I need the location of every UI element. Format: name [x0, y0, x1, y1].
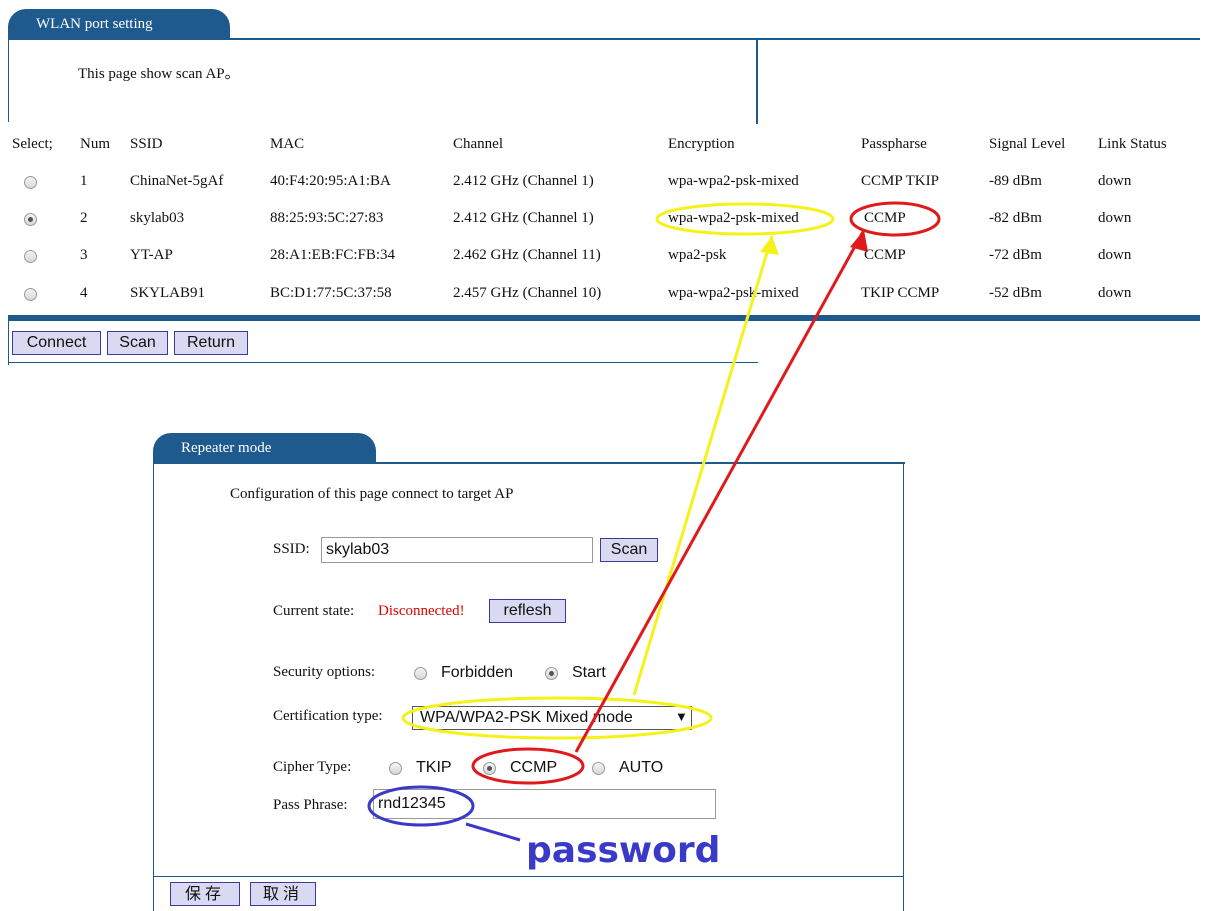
row-channel: 2.412 GHz (Channel 1) — [453, 210, 594, 226]
wlan-description: This page show scan AP。 — [78, 66, 240, 82]
reflesh-button[interactable]: reflesh — [489, 599, 566, 623]
row-ssid: SKYLAB91 — [130, 285, 206, 301]
wlan-footer-bar — [8, 315, 1200, 321]
security-forbidden-radio[interactable] — [414, 667, 427, 680]
row-num: 4 — [80, 285, 88, 301]
repeater-tab: Repeater mode — [153, 433, 376, 463]
col-encryption: Encryption — [668, 136, 735, 152]
row-passpharse: CCMP — [864, 247, 906, 263]
col-mac: MAC — [270, 136, 305, 152]
row-num: 2 — [80, 210, 88, 226]
repeater-scan-button[interactable]: Scan — [600, 538, 658, 562]
row-signal: -89 dBm — [989, 173, 1042, 189]
row-select-radio[interactable] — [24, 176, 37, 189]
certification-type-select[interactable]: WPA/WPA2-PSK Mixed mode ▼ — [412, 706, 692, 730]
row-passpharse: TKIP CCMP — [861, 285, 940, 301]
save-button[interactable]: 保存 — [170, 882, 240, 906]
wlan-port-tab: WLAN port setting — [8, 9, 230, 39]
wlan-tab-title: WLAN port setting — [36, 16, 153, 32]
cipher-type-label: Cipher Type: — [273, 759, 352, 775]
security-start-label: Start — [572, 664, 606, 681]
repeater-left-border — [153, 462, 154, 911]
row-num: 3 — [80, 247, 88, 263]
security-forbidden-label: Forbidden — [441, 664, 514, 681]
row-ssid: skylab03 — [130, 210, 185, 226]
red-arrow-line — [574, 229, 866, 753]
certification-type-value: WPA/WPA2-PSK Mixed mode — [420, 709, 633, 726]
row-channel: 2.462 GHz (Channel 11) — [453, 247, 601, 263]
col-ssid: SSID — [130, 136, 163, 152]
row-link: down — [1098, 210, 1132, 226]
repeater-top-border — [153, 462, 905, 464]
col-select: Select; — [12, 136, 53, 152]
row-mac: BC:D1:77:5C:37:58 — [270, 285, 392, 301]
row-link: down — [1098, 285, 1132, 301]
repeater-description: Configuration of this page connect to ta… — [230, 486, 514, 502]
row-mac: 28:A1:EB:FC:FB:34 — [270, 247, 396, 263]
col-signal: Signal Level — [989, 136, 1066, 152]
row-link: down — [1098, 247, 1132, 263]
current-state-label: Current state: — [273, 603, 355, 619]
password-annotation-label: password — [526, 830, 721, 871]
repeater-right-border — [903, 462, 904, 911]
connect-button[interactable]: Connect — [12, 331, 101, 355]
row-signal: -72 dBm — [989, 247, 1042, 263]
row-link: down — [1098, 173, 1132, 189]
row-select-radio[interactable] — [24, 288, 37, 301]
ssid-input[interactable] — [321, 537, 593, 563]
row-passpharse: CCMP — [864, 210, 906, 226]
col-passpharse: Passpharse — [861, 136, 927, 152]
ssid-label: SSID: — [273, 541, 310, 557]
row-encryption: wpa2-psk — [668, 247, 727, 263]
row-encryption: wpa-wpa2-psk-mixed — [668, 210, 799, 226]
col-num: Num — [80, 136, 110, 152]
row-select-radio[interactable] — [24, 250, 37, 263]
col-channel: Channel — [453, 136, 503, 152]
cipher-ccmp-label: CCMP — [510, 759, 558, 776]
certification-type-label: Certification type: — [273, 708, 383, 724]
wlan-panel-left-border — [8, 38, 9, 122]
wlan-panel-divider — [756, 38, 758, 124]
row-mac: 88:25:93:5C:27:83 — [270, 210, 384, 226]
chevron-down-icon: ▼ — [675, 709, 688, 724]
row-channel: 2.412 GHz (Channel 1) — [453, 173, 594, 189]
row-encryption: wpa-wpa2-psk-mixed — [668, 173, 799, 189]
row-passpharse: CCMP TKIP — [861, 173, 939, 189]
row-select-radio[interactable] — [24, 213, 37, 226]
row-signal: -82 dBm — [989, 210, 1042, 226]
wlan-panel-top-border — [8, 38, 1200, 40]
pass-phrase-label: Pass Phrase: — [273, 797, 348, 813]
wlan-footer-left-border — [8, 321, 9, 365]
security-start-radio[interactable] — [545, 667, 558, 680]
blue-annotation-line — [465, 822, 521, 842]
repeater-tab-title: Repeater mode — [181, 440, 272, 456]
cipher-tkip-label: TKIP — [416, 759, 452, 776]
yellow-arrow-head — [760, 236, 779, 255]
security-options-label: Security options: — [273, 664, 376, 680]
col-link: Link Status — [1098, 136, 1167, 152]
cipher-auto-radio[interactable] — [592, 762, 605, 775]
row-ssid: ChinaNet-5gAf — [130, 173, 224, 189]
cipher-ccmp-radio[interactable] — [483, 762, 496, 775]
repeater-footer-line — [153, 876, 903, 877]
row-num: 1 — [80, 173, 88, 189]
row-mac: 40:F4:20:95:A1:BA — [270, 173, 391, 189]
pass-phrase-input[interactable] — [373, 789, 716, 819]
scan-button[interactable]: Scan — [107, 331, 168, 355]
cipher-tkip-radio[interactable] — [389, 762, 402, 775]
row-signal: -52 dBm — [989, 285, 1042, 301]
cancel-button[interactable]: 取消 — [250, 882, 316, 906]
row-ssid: YT-AP — [130, 247, 173, 263]
row-channel: 2.457 GHz (Channel 10) — [453, 285, 602, 301]
row-encryption: wpa-wpa2-psk-mixed — [668, 285, 799, 301]
wlan-footer-bottom-line — [8, 362, 758, 363]
yellow-arrow-line — [632, 235, 774, 696]
cipher-auto-label: AUTO — [619, 759, 664, 776]
return-button[interactable]: Return — [174, 331, 248, 355]
current-state-value: Disconnected! — [378, 603, 465, 619]
